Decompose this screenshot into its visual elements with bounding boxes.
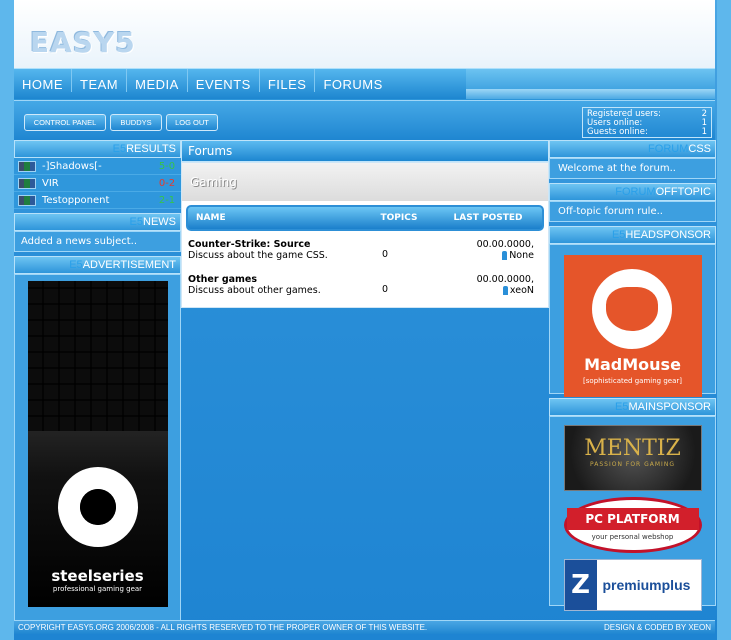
stat-guests-online: Guests online: 1 <box>587 127 707 137</box>
headsponsor-box: MadMouse [sophisticated gaming gear] <box>549 244 716 397</box>
last-poster[interactable]: xeoN <box>510 285 534 296</box>
site-logo[interactable]: EASY5 <box>30 26 136 59</box>
pc-platform-banner[interactable]: PC PLATFORM your personal webshop <box>563 497 702 553</box>
news-title: E5NEWS <box>14 213 181 231</box>
forum-link[interactable]: Other games <box>188 274 382 285</box>
right-sidebar: FORUMCSS Welcome at the forum.. FORUMOFF… <box>549 140 716 611</box>
forum-offtopic-text[interactable]: Off-topic forum rule.. <box>549 201 716 222</box>
last-posted-date: 00.00.0000, <box>476 239 534 250</box>
forum-row[interactable]: Counter-Strike: Source Discuss about the… <box>182 237 548 272</box>
site-footer: COPYRIGHT EASY5.ORG 2006/2008 - ALL RIGH… <box>14 620 715 634</box>
result-score: 2-1 <box>158 194 176 206</box>
result-row[interactable]: VIR 0-2 <box>14 175 181 192</box>
credits-text: DESIGN & CODED BY XEON <box>604 623 711 632</box>
madmouse-banner[interactable]: MadMouse [sophisticated gaming gear] <box>563 255 702 397</box>
forum-main: Forums Gaming NAME TOPICS LAST POSTED Co… <box>181 140 549 308</box>
main-nav: HOME TEAM MEDIA EVENTS FILES FORUMS <box>14 68 715 100</box>
topics-count: 0 <box>382 284 389 295</box>
last-poster[interactable]: None <box>509 250 534 261</box>
mainsponsor-title: E5MAINSPONSOR <box>549 398 716 416</box>
result-score: 0-2 <box>158 177 176 189</box>
page-title: Forums <box>181 140 549 162</box>
nav-decoration <box>466 89 715 99</box>
mainsponsor-box: MENTIZ PASSION FOR GAMING PC PLATFORM yo… <box>549 416 716 611</box>
flag-icon <box>18 177 36 189</box>
forum-css-title: FORUMCSS <box>549 140 716 158</box>
headsponsor-title: E5HEADSPONSOR <box>549 226 716 244</box>
flag-icon <box>18 160 36 172</box>
last-posted-date: 00.00.0000, <box>476 274 534 285</box>
forum-link[interactable]: Counter-Strike: Source <box>188 239 382 250</box>
result-row[interactable]: Testopponent 2-1 <box>14 192 181 209</box>
category-title[interactable]: Gaming <box>182 163 548 201</box>
result-row[interactable]: -]Shadows[- 5-0 <box>14 158 181 175</box>
steelseries-logo-icon <box>57 467 138 547</box>
nav-home[interactable]: HOME <box>14 69 71 92</box>
topics-count: 0 <box>382 249 389 260</box>
nav-tabs: HOME TEAM MEDIA EVENTS FILES FORUMS <box>14 69 466 99</box>
forum-offtopic-title: FORUMOFFTOPIC <box>549 183 716 201</box>
mentiz-banner[interactable]: MENTIZ PASSION FOR GAMING <box>563 425 702 491</box>
nav-forums[interactable]: FORUMS <box>314 69 390 92</box>
flag-icon <box>18 194 36 206</box>
forum-row[interactable]: Other games Discuss about other games. 0… <box>182 272 548 307</box>
user-bar: CONTROL PANEL BUDDYS LOG OUT Registered … <box>14 100 715 140</box>
logout-button[interactable]: LOG OUT <box>166 114 218 131</box>
premiumplus-banner[interactable]: Z premiumplus <box>563 559 702 611</box>
steelseries-ad[interactable]: steelseries professional gaming gear <box>27 281 168 607</box>
control-panel-button[interactable]: CONTROL PANEL <box>24 114 106 131</box>
forum-description: Discuss about other games. <box>188 285 321 296</box>
buddys-button[interactable]: BUDDYS <box>110 114 162 131</box>
mouse-logo-icon <box>591 269 672 349</box>
advertisement-box: steelseries professional gaming gear <box>14 274 181 626</box>
result-score: 5-0 <box>158 160 176 172</box>
nav-files[interactable]: FILES <box>258 69 315 92</box>
forum-list: Gaming NAME TOPICS LAST POSTED Counter-S… <box>181 162 549 308</box>
left-sidebar: E5RESULTS -]Shadows[- 5-0 VIR 0-2 Testop… <box>14 140 181 626</box>
advertisement-title: E5ADVERTISEMENT <box>14 256 181 274</box>
nav-team[interactable]: TEAM <box>71 69 126 92</box>
news-item[interactable]: Added a news subject.. <box>14 231 181 252</box>
online-stats: Registered users: 2 Users online: 1 Guests… <box>582 107 712 138</box>
forum-description: Discuss about the game CSS. <box>188 250 328 261</box>
keyboard-image <box>27 281 168 431</box>
premiumplus-logo-icon: Z <box>564 560 597 610</box>
copyright-text: COPYRIGHT EASY5.ORG 2006/2008 - ALL RIGH… <box>18 623 428 632</box>
nav-events[interactable]: EVENTS <box>186 69 259 92</box>
user-icon <box>502 286 508 295</box>
results-title: E5RESULTS <box>14 140 181 158</box>
forum-css-text[interactable]: Welcome at the forum.. <box>549 158 716 179</box>
user-icon <box>502 251 508 260</box>
nav-media[interactable]: MEDIA <box>126 69 187 92</box>
forum-table-header: NAME TOPICS LAST POSTED <box>186 205 544 231</box>
